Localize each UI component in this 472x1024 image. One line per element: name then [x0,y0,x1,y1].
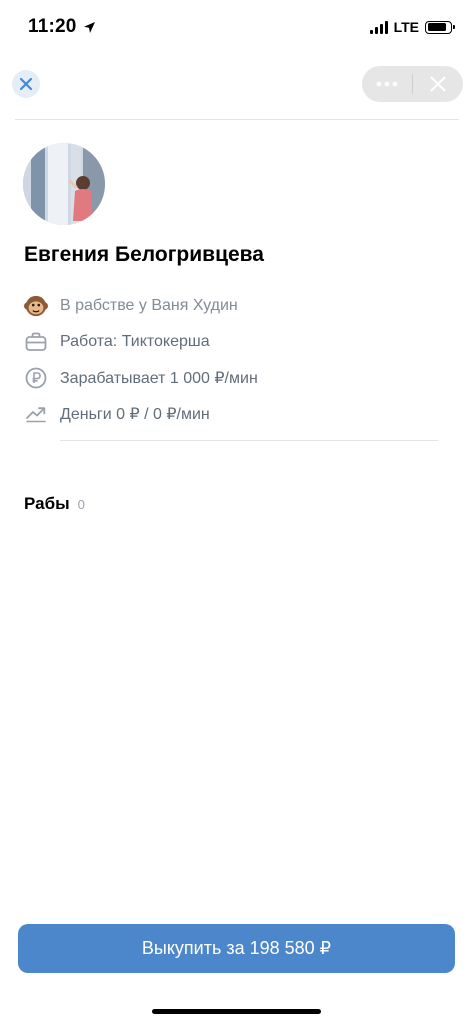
info-divider [60,440,438,441]
close-icon [430,76,446,92]
clock: 11:20 [28,16,77,37]
cellular-signal-icon [369,20,388,34]
profile-info-list: В рабстве у Ваня Худин Работа: Тиктокерш… [24,288,438,441]
close-button[interactable] [12,70,40,98]
profile-name: Евгения Белогривцева [24,243,264,266]
info-money-text: Деньги 0 ₽ / 0 ₽/мин [60,406,210,423]
ruble-circle-icon [24,366,48,390]
info-row-owner[interactable]: В рабстве у Ваня Худин [24,288,438,324]
more-horizontal-icon [376,81,398,87]
trending-up-icon [24,402,48,426]
battery-level [427,23,447,31]
briefcase-icon [24,330,48,354]
slaves-title: Рабы [24,494,70,513]
home-indicator[interactable] [152,1009,321,1014]
battery-icon [425,20,455,34]
buyout-button[interactable]: Выкупить за 198 580 ₽ [18,924,455,973]
avatar[interactable] [23,143,105,225]
status-indicators: LTE [369,19,455,35]
monkey-emoji-icon [24,294,48,318]
location-arrow-icon [83,21,95,33]
network-type: LTE [393,19,419,35]
header-divider [15,119,459,120]
info-job-text: Работа: Тиктокерша [60,333,210,350]
info-row-income: Зарабатывает 1 000 ₽/мин [24,360,438,396]
header [0,64,472,120]
slaves-section-header: Рабы 0 [24,494,85,514]
status-bar: 11:20 LTE [0,0,472,56]
dismiss-button[interactable] [413,66,463,102]
app-capsule [362,66,463,102]
info-income-text: Зарабатывает 1 000 ₽/мин [60,370,258,387]
avatar-photo [23,143,105,225]
close-icon [19,77,33,91]
more-button[interactable] [362,66,412,102]
info-owner-text: В рабстве у Ваня Худин [60,297,238,314]
info-row-money: Деньги 0 ₽ / 0 ₽/мин [24,396,438,432]
info-row-job: Работа: Тиктокерша [24,324,438,360]
slaves-count: 0 [77,497,85,512]
status-time: 11:20 [28,16,96,38]
